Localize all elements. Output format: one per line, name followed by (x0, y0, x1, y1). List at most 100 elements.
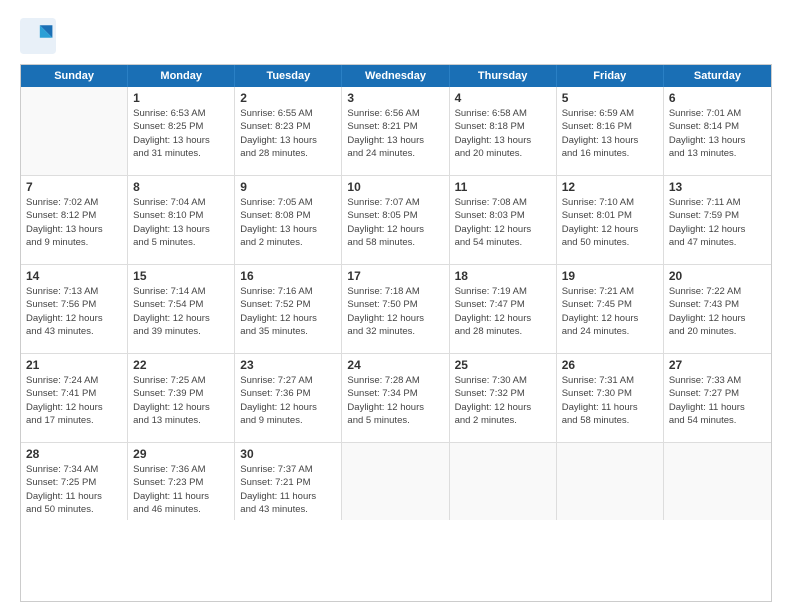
day-info: Sunrise: 7:28 AM Sunset: 7:34 PM Dayligh… (347, 374, 443, 427)
day-info: Sunrise: 7:21 AM Sunset: 7:45 PM Dayligh… (562, 285, 658, 338)
day-info: Sunrise: 7:13 AM Sunset: 7:56 PM Dayligh… (26, 285, 122, 338)
day-info: Sunrise: 7:18 AM Sunset: 7:50 PM Dayligh… (347, 285, 443, 338)
day-info: Sunrise: 7:02 AM Sunset: 8:12 PM Dayligh… (26, 196, 122, 249)
day-number: 30 (240, 447, 336, 461)
day-number: 4 (455, 91, 551, 105)
day-info: Sunrise: 7:36 AM Sunset: 7:23 PM Dayligh… (133, 463, 229, 516)
calendar-cell: 21 Sunrise: 7:24 AM Sunset: 7:41 PM Dayli… (21, 354, 128, 442)
calendar-cell: 16 Sunrise: 7:16 AM Sunset: 7:52 PM Dayli… (235, 265, 342, 353)
day-info: Sunrise: 6:53 AM Sunset: 8:25 PM Dayligh… (133, 107, 229, 160)
calendar-cell: 19 Sunrise: 7:21 AM Sunset: 7:45 PM Dayli… (557, 265, 664, 353)
day-number: 5 (562, 91, 658, 105)
day-number: 11 (455, 180, 551, 194)
day-number: 3 (347, 91, 443, 105)
day-info: Sunrise: 7:14 AM Sunset: 7:54 PM Dayligh… (133, 285, 229, 338)
day-number: 17 (347, 269, 443, 283)
calendar-header: SundayMondayTuesdayWednesdayThursdayFrid… (21, 65, 771, 87)
day-number: 12 (562, 180, 658, 194)
day-number: 23 (240, 358, 336, 372)
calendar-cell: 2 Sunrise: 6:55 AM Sunset: 8:23 PM Daylig… (235, 87, 342, 175)
day-info: Sunrise: 6:56 AM Sunset: 8:21 PM Dayligh… (347, 107, 443, 160)
day-number: 7 (26, 180, 122, 194)
day-info: Sunrise: 7:01 AM Sunset: 8:14 PM Dayligh… (669, 107, 766, 160)
day-number: 19 (562, 269, 658, 283)
calendar-cell (557, 443, 664, 520)
calendar-cell: 4Sunrise: 6:58 AM Sunset: 8:18 PM Daylig… (450, 87, 557, 175)
calendar-cell (450, 443, 557, 520)
day-number: 26 (562, 358, 658, 372)
calendar-cell: 15 Sunrise: 7:14 AM Sunset: 7:54 PM Dayli… (128, 265, 235, 353)
calendar-cell: 28Sunrise: 7:34 AM Sunset: 7:25 PM Dayli… (21, 443, 128, 520)
day-info: Sunrise: 7:16 AM Sunset: 7:52 PM Dayligh… (240, 285, 336, 338)
day-info: Sunrise: 7:04 AM Sunset: 8:10 PM Dayligh… (133, 196, 229, 249)
day-info: Sunrise: 7:11 AM Sunset: 7:59 PM Dayligh… (669, 196, 766, 249)
day-info: Sunrise: 6:59 AM Sunset: 8:16 PM Dayligh… (562, 107, 658, 160)
day-info: Sunrise: 7:24 AM Sunset: 7:41 PM Dayligh… (26, 374, 122, 427)
day-info: Sunrise: 7:30 AM Sunset: 7:32 PM Dayligh… (455, 374, 551, 427)
day-number: 10 (347, 180, 443, 194)
calendar-cell: 18 Sunrise: 7:19 AM Sunset: 7:47 PM Dayli… (450, 265, 557, 353)
calendar-cell (664, 443, 771, 520)
calendar-cell: 30 Sunrise: 7:37 AM Sunset: 7:21 PM Dayli… (235, 443, 342, 520)
calendar-row-5: 28Sunrise: 7:34 AM Sunset: 7:25 PM Dayli… (21, 442, 771, 520)
calendar-cell: 17 Sunrise: 7:18 AM Sunset: 7:50 PM Dayli… (342, 265, 449, 353)
day-number: 24 (347, 358, 443, 372)
day-info: Sunrise: 7:22 AM Sunset: 7:43 PM Dayligh… (669, 285, 766, 338)
header-day-friday: Friday (557, 65, 664, 87)
calendar-cell: 6 Sunrise: 7:01 AM Sunset: 8:14 PM Daylig… (664, 87, 771, 175)
calendar-cell: 7 Sunrise: 7:02 AM Sunset: 8:12 PM Daylig… (21, 176, 128, 264)
header-day-monday: Monday (128, 65, 235, 87)
header-day-sunday: Sunday (21, 65, 128, 87)
header (20, 18, 772, 54)
day-number: 21 (26, 358, 122, 372)
header-day-tuesday: Tuesday (235, 65, 342, 87)
day-info: Sunrise: 6:55 AM Sunset: 8:23 PM Dayligh… (240, 107, 336, 160)
calendar-cell: 9 Sunrise: 7:05 AM Sunset: 8:08 PM Daylig… (235, 176, 342, 264)
day-info: Sunrise: 7:33 AM Sunset: 7:27 PM Dayligh… (669, 374, 766, 427)
day-info: Sunrise: 7:07 AM Sunset: 8:05 PM Dayligh… (347, 196, 443, 249)
calendar-cell: 12 Sunrise: 7:10 AM Sunset: 8:01 PM Dayli… (557, 176, 664, 264)
day-number: 15 (133, 269, 229, 283)
day-number: 27 (669, 358, 766, 372)
day-info: Sunrise: 7:08 AM Sunset: 8:03 PM Dayligh… (455, 196, 551, 249)
day-number: 18 (455, 269, 551, 283)
calendar-body: 1 Sunrise: 6:53 AM Sunset: 8:25 PM Daylig… (21, 87, 771, 520)
calendar-cell: 29Sunrise: 7:36 AM Sunset: 7:23 PM Dayli… (128, 443, 235, 520)
calendar-cell: 11 Sunrise: 7:08 AM Sunset: 8:03 PM Dayli… (450, 176, 557, 264)
calendar-cell: 27 Sunrise: 7:33 AM Sunset: 7:27 PM Dayli… (664, 354, 771, 442)
day-number: 9 (240, 180, 336, 194)
day-info: Sunrise: 7:05 AM Sunset: 8:08 PM Dayligh… (240, 196, 336, 249)
day-number: 2 (240, 91, 336, 105)
day-number: 6 (669, 91, 766, 105)
day-number: 1 (133, 91, 229, 105)
day-number: 20 (669, 269, 766, 283)
day-info: Sunrise: 7:34 AM Sunset: 7:25 PM Dayligh… (26, 463, 122, 516)
calendar-cell: 22Sunrise: 7:25 AM Sunset: 7:39 PM Dayli… (128, 354, 235, 442)
day-number: 25 (455, 358, 551, 372)
calendar-row-4: 21 Sunrise: 7:24 AM Sunset: 7:41 PM Dayli… (21, 353, 771, 442)
day-info: Sunrise: 7:10 AM Sunset: 8:01 PM Dayligh… (562, 196, 658, 249)
calendar-cell: 10 Sunrise: 7:07 AM Sunset: 8:05 PM Dayli… (342, 176, 449, 264)
day-info: Sunrise: 7:19 AM Sunset: 7:47 PM Dayligh… (455, 285, 551, 338)
calendar-cell: 8 Sunrise: 7:04 AM Sunset: 8:10 PM Daylig… (128, 176, 235, 264)
day-info: Sunrise: 7:37 AM Sunset: 7:21 PM Dayligh… (240, 463, 336, 516)
day-number: 13 (669, 180, 766, 194)
calendar-cell: 26 Sunrise: 7:31 AM Sunset: 7:30 PM Dayli… (557, 354, 664, 442)
day-info: Sunrise: 7:27 AM Sunset: 7:36 PM Dayligh… (240, 374, 336, 427)
calendar-cell: 14Sunrise: 7:13 AM Sunset: 7:56 PM Dayli… (21, 265, 128, 353)
calendar-row-1: 1 Sunrise: 6:53 AM Sunset: 8:25 PM Daylig… (21, 87, 771, 175)
day-number: 16 (240, 269, 336, 283)
header-day-thursday: Thursday (450, 65, 557, 87)
header-day-wednesday: Wednesday (342, 65, 449, 87)
header-day-saturday: Saturday (664, 65, 771, 87)
calendar-row-3: 14Sunrise: 7:13 AM Sunset: 7:56 PM Dayli… (21, 264, 771, 353)
day-number: 8 (133, 180, 229, 194)
calendar-cell: 23 Sunrise: 7:27 AM Sunset: 7:36 PM Dayli… (235, 354, 342, 442)
calendar-cell (342, 443, 449, 520)
calendar-cell: 3 Sunrise: 6:56 AM Sunset: 8:21 PM Daylig… (342, 87, 449, 175)
calendar-cell: 25 Sunrise: 7:30 AM Sunset: 7:32 PM Dayli… (450, 354, 557, 442)
page: SundayMondayTuesdayWednesdayThursdayFrid… (0, 0, 792, 612)
day-info: Sunrise: 7:31 AM Sunset: 7:30 PM Dayligh… (562, 374, 658, 427)
calendar-cell: 13 Sunrise: 7:11 AM Sunset: 7:59 PM Dayli… (664, 176, 771, 264)
day-number: 22 (133, 358, 229, 372)
